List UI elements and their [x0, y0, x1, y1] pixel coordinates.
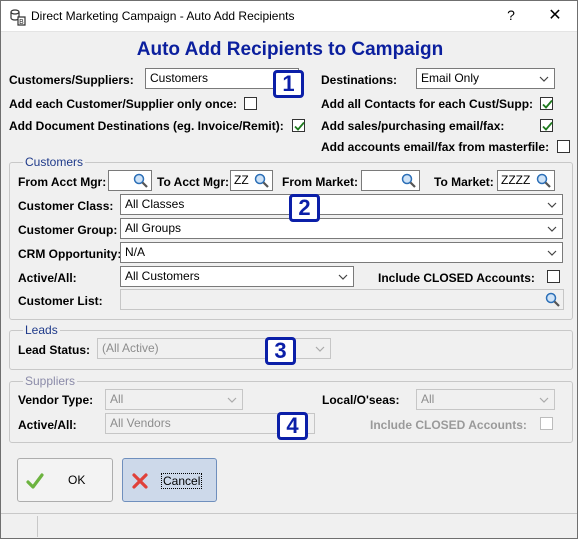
suppliers-group-legend: Suppliers	[23, 374, 78, 388]
add-each-once-checkbox[interactable]	[244, 97, 257, 110]
vendor-type-label: Vendor Type:	[18, 393, 94, 407]
suppliers-include-closed-label: Include CLOSED Accounts:	[370, 418, 527, 432]
status-pane	[37, 516, 577, 537]
customer-group-value: All Groups	[125, 221, 182, 235]
add-doc-destinations-checkbox[interactable]	[292, 119, 305, 132]
to-acct-mgr-label: To Acct Mgr:	[157, 175, 229, 189]
search-icon[interactable]	[132, 172, 149, 189]
crm-opportunity-label: CRM Opportunity:	[18, 247, 122, 261]
local-overseas-value: All	[421, 392, 435, 406]
customers-active-all-label: Active/All:	[18, 271, 77, 285]
status-bar	[1, 513, 577, 538]
callout-badge: 3	[265, 337, 296, 365]
chevron-down-icon	[338, 274, 348, 280]
search-icon[interactable]	[400, 172, 417, 189]
cancel-button[interactable]: Cancel	[122, 458, 217, 502]
from-acct-mgr-label: From Acct Mgr:	[18, 175, 107, 189]
customer-list-field[interactable]	[120, 289, 564, 310]
search-icon[interactable]	[544, 291, 561, 308]
title-bar: B Direct Marketing Campaign - Auto Add R…	[1, 1, 577, 32]
from-acct-mgr-field[interactable]	[108, 170, 152, 191]
close-icon	[132, 473, 148, 489]
to-acct-mgr-value: ZZ	[234, 173, 249, 187]
customer-class-value: All Classes	[125, 197, 185, 211]
dialog-window: B Direct Marketing Campaign - Auto Add R…	[0, 0, 578, 539]
chevron-down-icon	[547, 202, 557, 208]
destinations-label: Destinations:	[321, 73, 398, 87]
ok-label: OK	[68, 473, 86, 487]
customer-class-label: Customer Class:	[18, 199, 114, 213]
crm-opportunity-value: N/A	[125, 245, 146, 259]
destinations-value: Email Only	[421, 71, 480, 85]
close-button[interactable]: ✕	[547, 5, 563, 25]
crm-opportunity-select[interactable]: N/A	[120, 242, 563, 263]
to-market-label: To Market:	[434, 175, 494, 189]
ok-button[interactable]: OK	[17, 458, 113, 502]
vendor-type-select[interactable]: All	[105, 389, 243, 410]
add-all-contacts-label: Add all Contacts for each Cust/Supp:	[321, 97, 534, 111]
suppliers-include-closed-checkbox[interactable]	[540, 417, 553, 430]
to-acct-mgr-field[interactable]: ZZ	[230, 170, 273, 191]
window-title: Direct Marketing Campaign - Auto Add Rec…	[31, 9, 295, 23]
help-button[interactable]: ?	[504, 7, 518, 23]
customers-suppliers-value: Customers	[150, 71, 209, 85]
customers-active-all-value: All Customers	[125, 269, 200, 283]
checkmark-icon	[294, 121, 305, 131]
customer-list-label: Customer List:	[18, 294, 103, 308]
chevron-down-icon	[547, 250, 557, 256]
chevron-down-icon	[539, 397, 549, 403]
suppliers-active-all-label: Active/All:	[18, 418, 77, 432]
svg-text:B: B	[19, 18, 24, 26]
add-sales-purchasing-label: Add sales/purchasing email/fax:	[321, 119, 505, 133]
suppliers-active-all-value: All Vendors	[110, 416, 171, 430]
customers-include-closed-checkbox[interactable]	[547, 270, 560, 283]
to-market-field[interactable]: ZZZZ	[497, 170, 555, 191]
checkmark-icon	[542, 121, 553, 131]
search-icon[interactable]	[535, 172, 552, 189]
from-market-label: From Market:	[282, 175, 359, 189]
from-market-field[interactable]	[361, 170, 420, 191]
destinations-select[interactable]: Email Only	[416, 68, 555, 89]
chevron-down-icon	[547, 226, 557, 232]
local-overseas-label: Local/O'seas:	[322, 393, 400, 407]
callout-badge: 4	[277, 412, 308, 440]
customer-group-select[interactable]: All Groups	[120, 218, 563, 239]
vendor-type-value: All	[110, 392, 124, 406]
add-accounts-label: Add accounts email/fax from masterfile:	[321, 140, 550, 154]
add-sales-purchasing-checkbox[interactable]	[540, 119, 553, 132]
add-each-once-label: Add each Customer/Supplier only once:	[9, 97, 238, 111]
database-icon: B	[10, 9, 26, 26]
page-title: Auto Add Recipients to Campaign	[136, 39, 444, 60]
customers-group-legend: Customers	[23, 155, 86, 169]
callout-badge: 1	[273, 70, 304, 98]
checkmark-icon	[542, 99, 553, 109]
checkmark-icon	[26, 473, 44, 489]
search-icon[interactable]	[253, 172, 270, 189]
chevron-down-icon	[315, 346, 325, 352]
cancel-label: Cancel	[161, 473, 203, 489]
lead-status-label: Lead Status:	[18, 343, 91, 357]
local-overseas-select[interactable]: All	[416, 389, 555, 410]
chevron-down-icon	[539, 76, 549, 82]
add-doc-destinations-label: Add Document Destinations (eg. Invoice/R…	[9, 119, 284, 133]
lead-status-value: (All Active)	[102, 341, 159, 355]
leads-group-legend: Leads	[23, 323, 60, 337]
chevron-down-icon	[227, 397, 237, 403]
callout-badge: 2	[289, 194, 320, 222]
add-all-contacts-checkbox[interactable]	[540, 97, 553, 110]
customers-suppliers-label: Customers/Suppliers:	[9, 73, 134, 87]
add-accounts-checkbox[interactable]	[557, 140, 570, 153]
to-market-value: ZZZZ	[501, 173, 531, 187]
customers-include-closed-label: Include CLOSED Accounts:	[378, 271, 535, 285]
customers-active-all-select[interactable]: All Customers	[120, 266, 354, 287]
customer-class-select[interactable]: All Classes	[120, 194, 563, 215]
customer-group-label: Customer Group:	[18, 223, 118, 237]
